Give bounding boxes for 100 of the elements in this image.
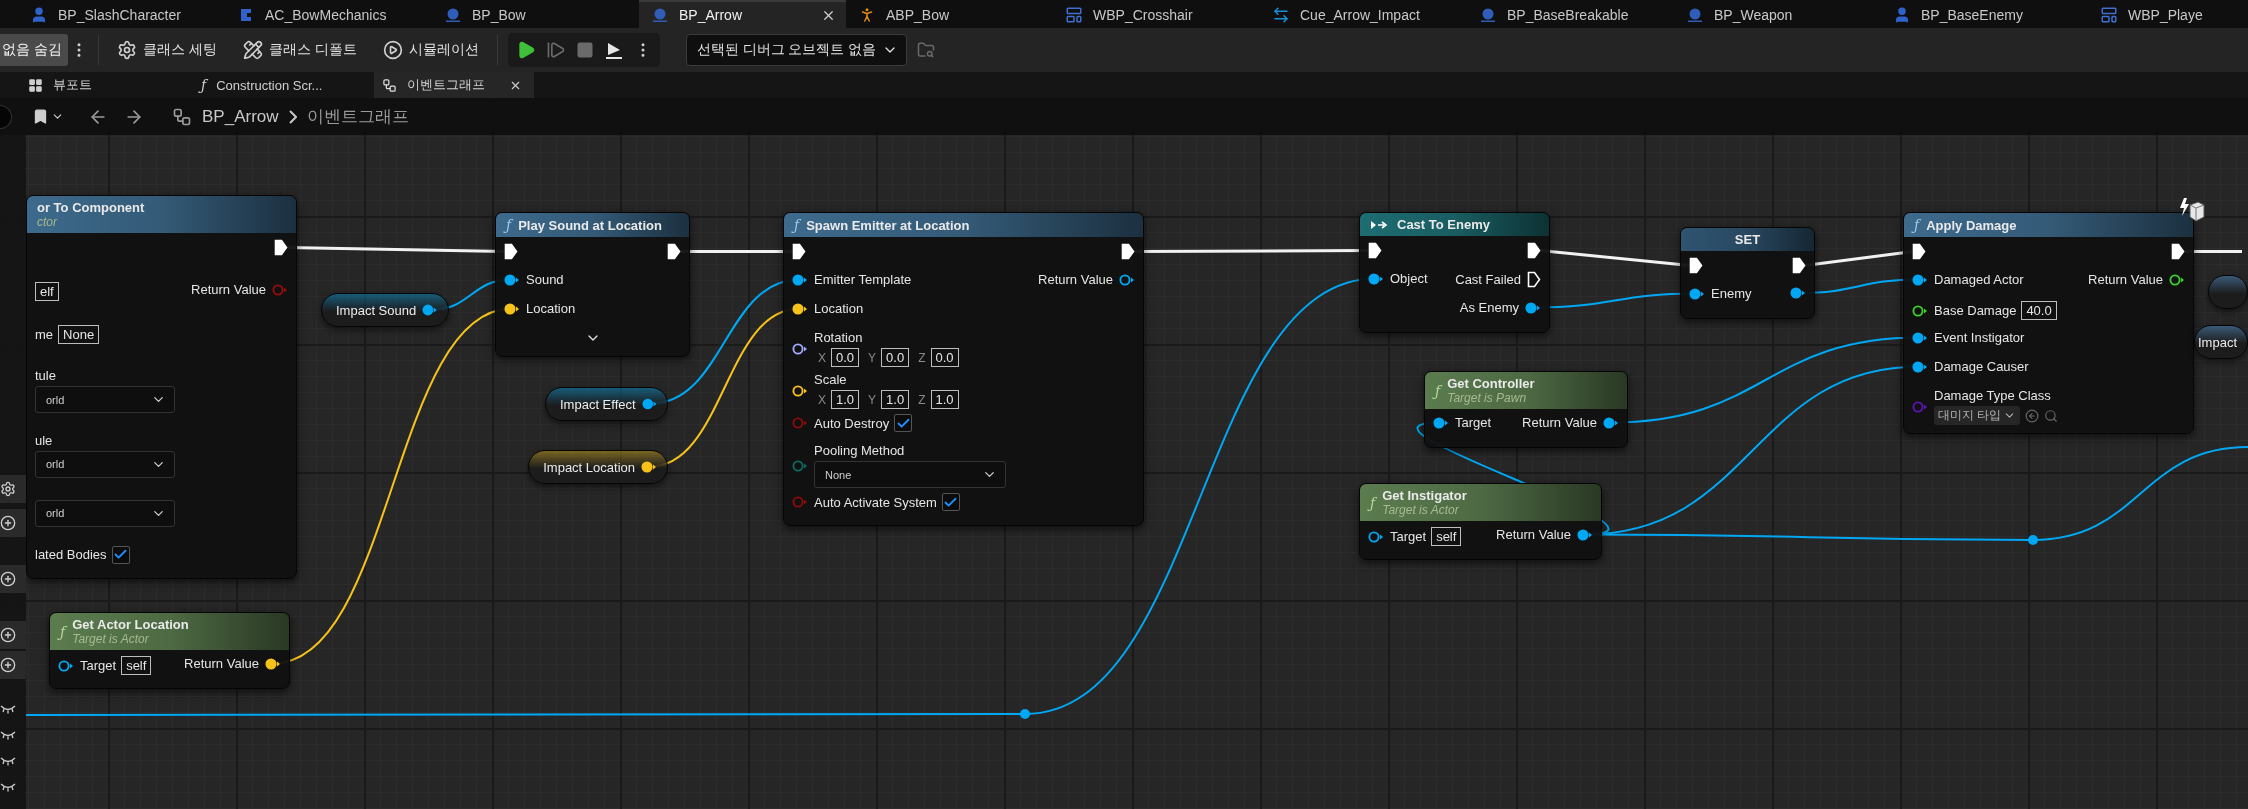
value-field[interactable]: None	[58, 325, 100, 345]
dropdown[interactable]: orld	[35, 450, 175, 478]
exec-pin[interactable]	[667, 243, 681, 260]
data-pin[interactable]	[641, 460, 657, 474]
variable-node[interactable]: Impact	[2194, 325, 2248, 359]
document-tab[interactable]: BP_Weapon	[1674, 0, 1881, 28]
data-pin[interactable]	[422, 303, 438, 317]
data-pin[interactable]	[1912, 330, 1928, 345]
graph-node[interactable]: ƒ Play Sound at Location Sound Location	[495, 212, 690, 357]
arrow-left-circle-icon[interactable]	[2025, 408, 2040, 423]
graph-node[interactable]: SET Enemy	[1680, 227, 1815, 319]
dropdown[interactable]: None	[814, 461, 1006, 488]
exec-pin[interactable]	[1527, 271, 1541, 288]
value-field[interactable]: self	[121, 656, 152, 675]
data-pin[interactable]	[792, 272, 808, 287]
checkbox[interactable]	[894, 414, 913, 432]
data-pin[interactable]	[1790, 286, 1806, 300]
reroute-node[interactable]	[1020, 709, 1030, 719]
value-field[interactable]: 0.0	[831, 348, 860, 367]
value-field[interactable]: 1.0	[881, 390, 910, 409]
breadcrumb-item[interactable]: BP_Arrow	[202, 106, 279, 127]
data-pin[interactable]	[1525, 300, 1541, 315]
data-pin[interactable]	[1689, 286, 1705, 301]
toolbar-button[interactable]: 클래스 디폴트	[234, 34, 365, 66]
document-tab[interactable]: WBP_Crosshair	[1053, 0, 1260, 28]
data-pin[interactable]	[1603, 415, 1619, 430]
value-field[interactable]: 1.0	[930, 390, 959, 409]
data-pin[interactable]	[792, 301, 808, 316]
exec-pin[interactable]	[1912, 243, 1926, 260]
document-tab[interactable]: AC_BowMechanics	[225, 0, 432, 28]
document-tab[interactable]: WBP_Playe	[2088, 0, 2248, 28]
variable-node[interactable]	[2208, 275, 2248, 309]
settings-icon[interactable]	[0, 481, 16, 497]
document-tab[interactable]: BP_SlashCharacter	[18, 0, 225, 28]
value-field[interactable]: 40.0	[2021, 301, 2057, 320]
data-pin[interactable]	[1577, 527, 1593, 542]
value-field[interactable]: 0.0	[930, 348, 959, 367]
value-field[interactable]: elf	[35, 282, 59, 302]
document-tab[interactable]: BP_Arrow	[639, 0, 846, 28]
dropdown[interactable]: orld	[35, 386, 175, 414]
add-icon[interactable]	[0, 657, 16, 673]
variable-node[interactable]: Impact Location	[528, 450, 668, 484]
debug-object-dropdown[interactable]: 선택된 디버그 오브젝트 없음	[685, 34, 908, 66]
document-tab[interactable]: ABP_Bow	[846, 0, 1053, 28]
data-pin[interactable]	[1912, 359, 1928, 374]
document-tab[interactable]: BP_BaseBreakable	[1467, 0, 1674, 28]
checkbox[interactable]	[111, 545, 130, 564]
graph-node[interactable]: Cast To Enemy Object Cast Failed As Enemy	[1359, 212, 1550, 333]
data-pin[interactable]	[504, 272, 520, 287]
data-pin[interactable]	[1433, 415, 1449, 430]
data-pin[interactable]	[1368, 271, 1384, 286]
possess-button[interactable]	[603, 40, 624, 60]
checkbox[interactable]	[941, 493, 960, 511]
value-field[interactable]: self	[1431, 527, 1462, 546]
graph-node[interactable]: ƒ Spawn Emitter at Location Emitter Template Return Value Location Rotation X 0.0 Y 0.0 Z 0.0 Scale X 1.0 Y 1.0 Z 1.0 Auto Destroy Pooling Method None Auto Activate System	[783, 212, 1144, 526]
data-pin[interactable]	[1119, 272, 1135, 287]
data-pin[interactable]	[58, 658, 74, 673]
document-tab[interactable]: BP_BaseEnemy	[1881, 0, 2088, 28]
bookmark-icon[interactable]	[32, 108, 49, 125]
graph-node[interactable]: or To Component ctor elf Return Value me None tule orld ule orld orld lated Bodies	[26, 195, 297, 579]
toolbar-button[interactable]: 클래스 세팅	[108, 34, 225, 66]
document-tab[interactable]: BP_Bow	[432, 0, 639, 28]
exec-pin[interactable]	[504, 243, 518, 260]
data-pin[interactable]	[792, 341, 808, 356]
data-pin[interactable]	[504, 301, 520, 316]
breadcrumb-item[interactable]: 이벤트그래프	[306, 105, 409, 128]
closed-eye-icon[interactable]	[0, 704, 16, 714]
variable-node[interactable]: Impact Sound	[321, 293, 449, 327]
closed-eye-icon[interactable]	[0, 756, 16, 766]
toolbar-button[interactable]: 시뮬레이션	[374, 34, 487, 66]
data-pin[interactable]	[641, 397, 657, 411]
variable-node[interactable]: Impact Effect	[545, 387, 668, 421]
value-field[interactable]: 1.0	[831, 390, 860, 409]
data-pin[interactable]	[792, 383, 808, 398]
hide-button[interactable]: 없음 숨김	[0, 34, 68, 66]
exec-pin[interactable]	[1792, 257, 1806, 274]
search-icon[interactable]	[2044, 408, 2059, 423]
add-icon[interactable]	[0, 627, 16, 643]
add-icon[interactable]	[0, 515, 16, 531]
folder-search-icon[interactable]	[917, 41, 936, 59]
exec-pin[interactable]	[274, 239, 288, 256]
closed-eye-icon[interactable]	[0, 730, 16, 740]
dropdown[interactable]: orld	[35, 499, 175, 527]
value-field[interactable]: 0.0	[881, 348, 910, 367]
data-pin[interactable]	[2169, 272, 2185, 287]
closed-eye-icon[interactable]	[0, 782, 16, 792]
editor-tab[interactable]: 이벤트그래프	[374, 72, 534, 98]
editor-tab[interactable]: 뷰포트	[28, 72, 183, 98]
exec-pin[interactable]	[1689, 257, 1703, 274]
data-pin[interactable]	[1912, 272, 1928, 287]
reroute-node[interactable]	[2028, 535, 2038, 545]
exec-pin[interactable]	[792, 243, 806, 260]
document-tab[interactable]: Cue_Arrow_Impact	[1260, 0, 1467, 28]
exec-pin[interactable]	[1368, 242, 1382, 259]
exec-pin[interactable]	[2171, 243, 2185, 260]
exec-pin[interactable]	[1121, 243, 1135, 260]
data-pin[interactable]	[1912, 303, 1928, 318]
add-icon[interactable]	[0, 571, 16, 587]
exec-pin[interactable]	[1527, 242, 1541, 259]
class-picker[interactable]: 대미지 타입	[1934, 406, 2021, 425]
